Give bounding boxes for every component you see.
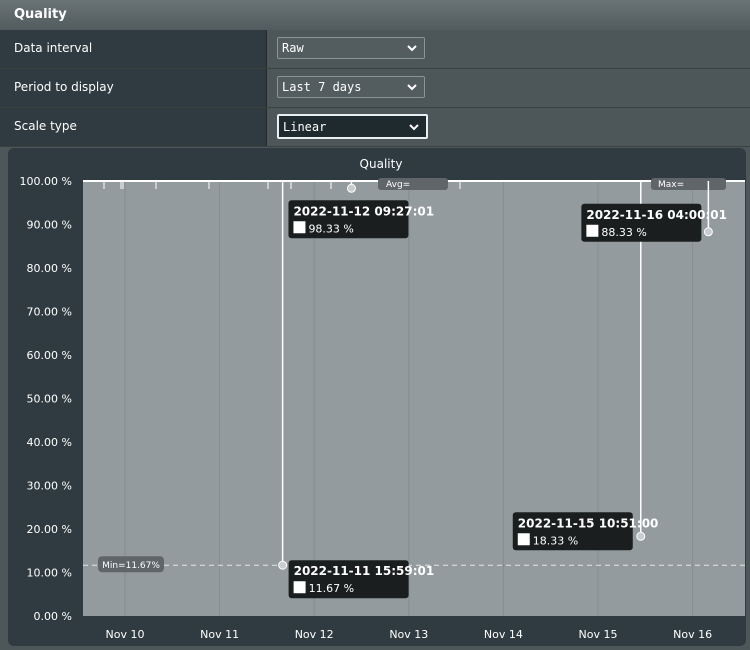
tooltip-value: 18.33 % (533, 534, 578, 547)
tooltip-swatch (586, 224, 599, 237)
data-interval-value: Raw (282, 41, 304, 55)
data-point (346, 183, 356, 193)
tooltip-value: 11.67 % (309, 582, 354, 595)
period-label: Period to display (14, 80, 114, 94)
data-interval-select[interactable]: Raw (277, 37, 425, 59)
period-value: Last 7 days (282, 80, 362, 94)
y-tick-label: 40.00 % (27, 436, 72, 449)
data-interval-row: Data interval Raw (0, 30, 750, 69)
data-interval-label-cell: Data interval (0, 30, 267, 68)
plot-area (83, 181, 745, 616)
tooltip-swatch (293, 581, 306, 594)
y-tick-label: 100.00 % (20, 175, 72, 188)
tooltip-time: 2022-11-15 10:51:00 (518, 516, 659, 530)
tooltip-time: 2022-11-12 09:27:01 (293, 204, 434, 218)
quality-chart: Nov 10 Nov 11 Nov 12 Nov 13 Nov 14 Nov 15 Nov … (20, 157, 745, 641)
y-tick-label: 30.00 % (27, 480, 72, 493)
y-tick-label: 0.00 % (34, 610, 72, 623)
avg-label: Avg= (386, 180, 410, 190)
y-tick-label: 90.00 % (27, 219, 72, 232)
data-point (278, 560, 288, 570)
data-point (636, 531, 646, 541)
x-tick-label: Nov 11 (200, 628, 239, 641)
y-tick-label: 70.00 % (27, 306, 72, 319)
period-row: Period to display Last 7 days (0, 69, 750, 108)
period-label-cell: Period to display (0, 69, 267, 107)
chevron-down-icon (409, 124, 419, 131)
y-tick-label: 60.00 % (27, 349, 72, 362)
chart-title: Quality (360, 157, 403, 171)
chevron-down-icon (407, 45, 417, 52)
section-header: Quality (0, 0, 750, 31)
chevron-down-icon (407, 84, 417, 91)
tooltip-swatch (517, 533, 530, 546)
section-title: Quality (14, 7, 67, 22)
scale-type-row: Scale type Linear (0, 108, 750, 147)
x-tick-label: Nov 13 (389, 628, 428, 641)
scale-type-label: Scale type (14, 119, 77, 133)
max-label: Max= (658, 180, 684, 190)
x-tick-label: Nov 16 (673, 628, 712, 641)
period-select[interactable]: Last 7 days (277, 76, 425, 98)
data-point (703, 227, 713, 237)
tooltip-time: 2022-11-11 15:59:01 (294, 564, 435, 578)
y-tick-label: 10.00 % (27, 567, 72, 580)
min-label: Min=11.67% (102, 561, 160, 571)
scale-type-label-cell: Scale type (0, 108, 267, 146)
tooltip-time: 2022-11-16 04:00:01 (586, 208, 727, 222)
x-tick-label: Nov 15 (579, 628, 618, 641)
x-tick-label: Nov 12 (295, 628, 334, 641)
x-tick-label: Nov 14 (484, 628, 523, 641)
y-tick-label: 80.00 % (27, 262, 72, 275)
y-tick-label: 20.00 % (27, 523, 72, 536)
tooltip-value: 98.33 % (308, 222, 353, 235)
scale-type-value: Linear (283, 120, 327, 134)
x-tick-label: Nov 10 (106, 628, 145, 641)
data-interval-label: Data interval (14, 41, 93, 55)
y-tick-label: 50.00 % (27, 393, 72, 406)
tooltip-swatch (293, 221, 306, 234)
tooltip-value: 88.33 % (601, 226, 646, 239)
scale-type-select[interactable]: Linear (277, 114, 428, 139)
chart-container: Nov 10 Nov 11 Nov 12 Nov 13 Nov 14 Nov 15 Nov … (8, 148, 746, 646)
